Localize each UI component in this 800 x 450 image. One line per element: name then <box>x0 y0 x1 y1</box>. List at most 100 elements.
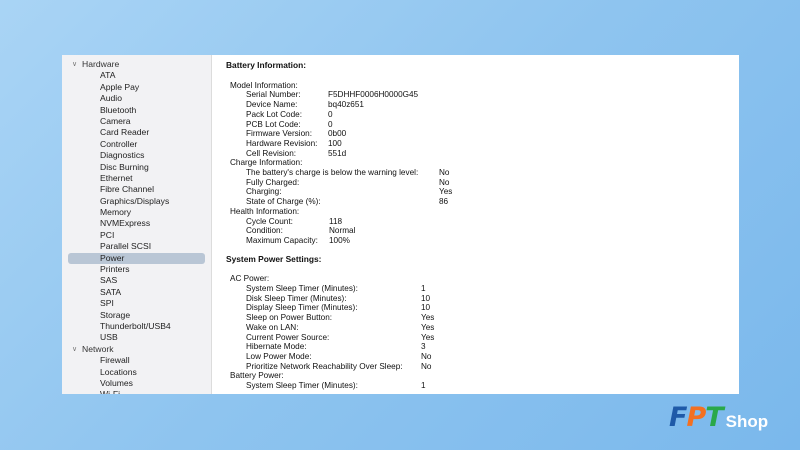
sidebar-item-memory[interactable]: Memory <box>68 207 205 218</box>
info-key: Cycle Count: <box>246 216 293 226</box>
info-key: Sleep on Power Button: <box>246 313 333 323</box>
info-key: Condition: <box>246 226 283 236</box>
sidebar-item-parallel-scsi[interactable]: Parallel SCSI <box>68 241 205 252</box>
sidebar-item-usb[interactable]: USB <box>68 332 205 343</box>
info-row: System Sleep Timer (Minutes): 1 <box>226 284 727 294</box>
info-row: Disk Sleep Timer (Minutes): 10 <box>226 294 727 304</box>
info-key: The battery's charge is below the warnin… <box>246 168 419 178</box>
chevron-down-icon[interactable]: ∨ <box>72 344 82 355</box>
info-value: Normal <box>329 226 356 236</box>
charge-information-title: Charge Information: <box>230 158 303 168</box>
sidebar-item-printers[interactable]: Printers <box>68 264 205 275</box>
health-information-title: Health Information: <box>230 206 300 216</box>
sidebar-item-spi[interactable]: SPI <box>68 298 205 309</box>
info-value: Yes <box>421 332 435 342</box>
ac-power-list: System Sleep Timer (Minutes): 1 Disk Sleep… <box>226 284 727 371</box>
info-row: Cell Revision: 551d <box>226 149 727 159</box>
info-value: No <box>439 168 450 178</box>
info-row: State of Charge (%): 86 <box>226 197 727 207</box>
info-value: 1 <box>421 381 426 391</box>
info-value: 0 <box>328 119 333 129</box>
info-value: 100 <box>328 138 342 148</box>
info-row: Maximum Capacity: 100% <box>226 236 727 246</box>
info-row: Device Name: bq40z651 <box>226 100 727 110</box>
sidebar-item-card-reader[interactable]: Card Reader <box>68 127 205 138</box>
info-value: 551d <box>328 148 347 158</box>
info-key: Display Sleep Timer (Minutes): <box>246 303 358 313</box>
info-value: 118 <box>329 216 343 226</box>
system-power-settings-title: System Power Settings: <box>226 253 322 264</box>
sidebar-item-fibre-channel[interactable]: Fibre Channel <box>68 184 205 195</box>
info-row: Prioritize Network Reachability Over Sle… <box>226 362 727 372</box>
sidebar-item-thunderbolt-usb4[interactable]: Thunderbolt/USB4 <box>68 321 205 332</box>
sidebar-item-volumes[interactable]: Volumes <box>68 378 205 389</box>
info-key: State of Charge (%): <box>246 197 321 207</box>
info-row: Pack Lot Code: 0 <box>226 110 727 120</box>
sidebar-item-pci[interactable]: PCI <box>68 230 205 241</box>
sidebar-item-graphics-displays[interactable]: Graphics/Displays <box>68 196 205 207</box>
health-information-list: Cycle Count: 118 Condition: Normal Maximum C… <box>226 217 727 246</box>
charge-information-list: The battery's charge is below the warnin… <box>226 168 727 207</box>
info-row: Current Power Source: Yes <box>226 333 727 343</box>
info-key: Wake on LAN: <box>246 322 299 332</box>
info-key: Maximum Capacity: <box>246 235 318 245</box>
info-row: Condition: Normal <box>226 226 727 236</box>
sidebar-category-network[interactable]: ∨ Network <box>62 344 211 355</box>
info-value: No <box>421 351 432 361</box>
info-key: Disk Sleep Timer (Minutes): <box>246 293 347 303</box>
info-row: Fully Charged: No <box>226 178 727 188</box>
sidebar-item-ethernet[interactable]: Ethernet <box>68 173 205 184</box>
info-value: 100% <box>329 235 350 245</box>
sidebar-item-nvmexpress[interactable]: NVMExpress <box>68 218 205 229</box>
sidebar-item-firewall[interactable]: Firewall <box>68 355 205 366</box>
sidebar-item-locations[interactable]: Locations <box>68 367 205 378</box>
sidebar-item-disc-burning[interactable]: Disc Burning <box>68 162 205 173</box>
info-value: 0 <box>328 109 333 119</box>
info-row: Serial Number: F5DHHF0006H0000G45 <box>226 90 727 100</box>
info-key: Low Power Mode: <box>246 351 312 361</box>
sidebar-item-bluetooth[interactable]: Bluetooth <box>68 105 205 116</box>
info-key: Hardware Revision: <box>246 138 318 148</box>
sidebar-item-power[interactable]: Power <box>68 252 205 265</box>
info-value: 1 <box>421 284 426 294</box>
info-key: PCB Lot Code: <box>246 119 301 129</box>
info-value: 0b00 <box>328 129 347 139</box>
info-value: Yes <box>439 187 453 197</box>
sidebar-item-wi-fi[interactable]: Wi-Fi <box>68 389 205 394</box>
sidebar-category-label: Hardware <box>82 59 120 69</box>
info-row: Hibernate Mode: 3 <box>226 342 727 352</box>
logo-letter: T <box>705 402 723 433</box>
info-row: Hardware Revision: 100 <box>226 139 727 149</box>
info-key: Device Name: <box>246 100 298 110</box>
sidebar-item-ata[interactable]: ATA <box>68 70 205 81</box>
info-key: System Sleep Timer (Minutes): <box>246 284 358 294</box>
sidebar-item-controller[interactable]: Controller <box>68 139 205 150</box>
info-row: PCB Lot Code: 0 <box>226 120 727 130</box>
battery-information-title: Battery Information: <box>226 60 307 70</box>
model-information-title: Model Information: <box>230 80 298 90</box>
sidebar-item-sata[interactable]: SATA <box>68 287 205 298</box>
info-value: 10 <box>421 303 431 313</box>
info-row: System Sleep Timer (Minutes): 1 <box>226 381 727 391</box>
info-row: Low Power Mode: No <box>226 352 727 362</box>
info-value: F5DHHF0006H0000G45 <box>328 90 419 100</box>
info-row: Wake on LAN: Yes <box>226 323 727 333</box>
info-key: Fully Charged: <box>246 177 300 187</box>
detail-pane: Battery Information: Model Information: … <box>212 55 739 394</box>
sidebar-category-hardware[interactable]: ∨ Hardware <box>62 59 211 70</box>
info-key: Charging: <box>246 187 282 197</box>
sidebar-item-sas[interactable]: SAS <box>68 275 205 286</box>
sidebar: ∨ Hardware ATA Apple Pay Audio Bluetooth Camer… <box>62 55 212 394</box>
sidebar-item-diagnostics[interactable]: Diagnostics <box>68 150 205 161</box>
info-key: Pack Lot Code: <box>246 109 302 119</box>
sidebar-item-camera[interactable]: Camera <box>68 116 205 127</box>
sidebar-item-audio[interactable]: Audio <box>68 93 205 104</box>
logo-letter: P <box>686 402 706 433</box>
info-key: Hibernate Mode: <box>246 342 307 352</box>
sidebar-item-apple-pay[interactable]: Apple Pay <box>68 82 205 93</box>
chevron-down-icon[interactable]: ∨ <box>72 59 82 70</box>
info-row: Cycle Count: 118 <box>226 217 727 227</box>
sidebar-item-storage[interactable]: Storage <box>68 310 205 321</box>
info-row: Firmware Version: 0b00 <box>226 129 727 139</box>
info-value: 3 <box>421 342 426 352</box>
